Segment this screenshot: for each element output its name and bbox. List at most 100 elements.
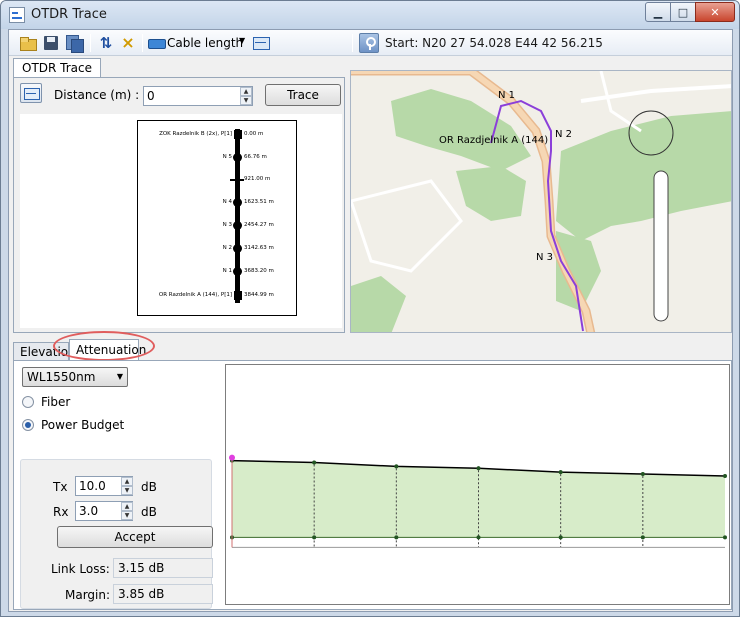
accept-button[interactable]: Accept [57,526,213,548]
data-point [394,535,399,540]
trace-node-label: OR Razdelnik A (144), P[1] [158,292,232,298]
power-budget-group: Tx 10.0 ▲ ▼ dB Rx 3.0 ▲ ▼ dB Accept Link… [20,459,213,609]
data-point [312,535,317,540]
trace-node-distance: 1623.51 m [244,199,274,205]
toolbar-separator [352,34,353,52]
trace-node-distance: 3142.63 m [244,245,274,251]
distance-input[interactable]: 0 [143,86,253,106]
tx-label: Tx [53,480,68,494]
app-window: OTDR Trace ▁ □ ✕ ⇅ ⨯ Cable length ▼ Star… [0,0,740,617]
close-button[interactable]: ✕ [695,2,735,22]
rx-spinner[interactable]: ▲ ▼ [121,502,133,520]
power-budget-radio[interactable] [22,419,34,431]
map-label-n1: N 1 [498,90,515,101]
tx-unit: dB [141,480,157,494]
tab-otdr-trace[interactable]: OTDR Trace [13,58,102,78]
trace-node-marker [233,153,242,162]
trace-node-marker [233,198,242,207]
highlight-annotation [53,331,155,361]
sort-arrows-icon[interactable]: ⇅ [97,34,115,52]
link-loss-label: Link Loss: [51,562,110,576]
rx-unit: dB [141,505,157,519]
data-point [312,460,317,465]
data-point [558,535,563,540]
data-point [723,473,727,478]
cable-length-dropdown[interactable]: Cable length [167,36,243,50]
trace-node-distance: 66.76 m [244,154,267,160]
trace-button[interactable]: Trace [265,84,341,106]
data-point [640,472,645,477]
map-label-n3: N 3 [536,252,553,263]
trace-node-distance: 3683.20 m [244,268,274,274]
chevron-down-icon: ▼ [116,372,123,381]
start-coordinates: Start: N20 27 54.028 E44 42 56.215 [385,36,603,50]
save-icon[interactable] [42,34,60,52]
trace-node: OR Razdelnik A (144), P[1] 3844.99 m [138,290,298,302]
trace-node-marker [233,244,242,253]
data-point [476,535,481,540]
trace-node: N 4 1623.51 m [138,197,298,209]
wavelength-select[interactable]: WL1550nm ▼ [22,367,128,387]
data-point [723,535,727,540]
trace-node-distance: 921.00 m [244,176,271,182]
tx-spinner[interactable]: ▲ ▼ [121,477,133,495]
spin-down-icon[interactable]: ▼ [240,96,252,105]
spin-down-icon[interactable]: ▼ [121,486,133,495]
fiber-radio[interactable] [22,396,34,408]
fiber-label: Fiber [41,395,71,409]
maximize-button[interactable]: □ [670,2,696,22]
data-point [394,464,399,469]
minimize-button[interactable]: ▁ [645,2,671,22]
attenuation-panel: WL1550nm ▼ Fiber Power Budget Tx 10.0 ▲ … [13,360,732,610]
spin-down-icon[interactable]: ▼ [121,511,133,520]
trace-node: 921.00 m [138,174,298,186]
trace-node-label: N 5 [222,154,232,160]
chevron-down-icon[interactable]: ▼ [239,36,245,45]
spin-up-icon[interactable]: ▲ [121,502,133,511]
spin-up-icon[interactable]: ▲ [121,477,133,486]
trace-node-marker [234,291,242,300]
attenuation-chart-svg [229,454,727,548]
power-budget-label: Power Budget [41,418,125,432]
map-label-n2: N 2 [555,129,572,140]
trace-node-label: N 4 [222,199,232,205]
toolbar: ⇅ ⨯ Cable length ▼ Start: N20 27 54.028 … [9,30,732,56]
margin-value: 3.85 dB [113,584,213,604]
window-title: OTDR Trace [31,7,107,22]
minimize-icon: ▁ [653,5,663,19]
location-pin-icon[interactable] [359,33,379,53]
fit-trace-button[interactable] [20,83,42,103]
trace-node: N 3 2454.27 m [138,220,298,232]
distance-spinner[interactable]: ▲ ▼ [240,87,252,105]
toolbar-separator [142,34,143,52]
toolbar-separator [90,34,91,52]
trace-node-label: N 2 [222,245,232,251]
cross-connect-icon[interactable]: ⨯ [119,34,137,52]
trace-node-distance: 3844.99 m [244,292,274,298]
app-icon [9,7,25,23]
trace-node: N 2 3142.63 m [138,243,298,255]
trace-node-distance: 2454.27 m [244,222,274,228]
trace-node-marker [230,179,244,181]
trace-node-marker [233,267,242,276]
cable-icon[interactable] [148,34,166,52]
title-bar[interactable]: OTDR Trace ▁ □ ✕ [1,1,739,29]
data-point [558,470,563,475]
trace-node-marker [233,221,242,230]
open-folder-icon[interactable] [19,34,37,52]
distance-label: Distance (m) : [54,88,140,102]
trace-node-marker [234,130,242,139]
attenuation-chart [225,364,730,605]
close-icon: ✕ [710,5,720,19]
save-as-icon[interactable] [65,34,84,53]
map-view[interactable]: N 1 N 2 N 3 OR Razdjelnik A (144) [350,70,732,333]
maximize-icon: □ [677,5,689,19]
client-area: ⇅ ⨯ Cable length ▼ Start: N20 27 54.028 … [8,29,733,612]
trace-diagram: ZOK Razdelnik B (2x), P[1] 0.00 m N 5 66.76… [137,120,297,316]
map-svg: N 1 N 2 N 3 OR Razdjelnik A (144) [351,71,731,332]
margin-label: Margin: [65,588,111,602]
trace-node-distance: 0.00 m [244,131,264,137]
fit-width-icon[interactable] [252,34,270,52]
spin-up-icon[interactable]: ▲ [240,87,252,96]
data-point [476,466,481,471]
